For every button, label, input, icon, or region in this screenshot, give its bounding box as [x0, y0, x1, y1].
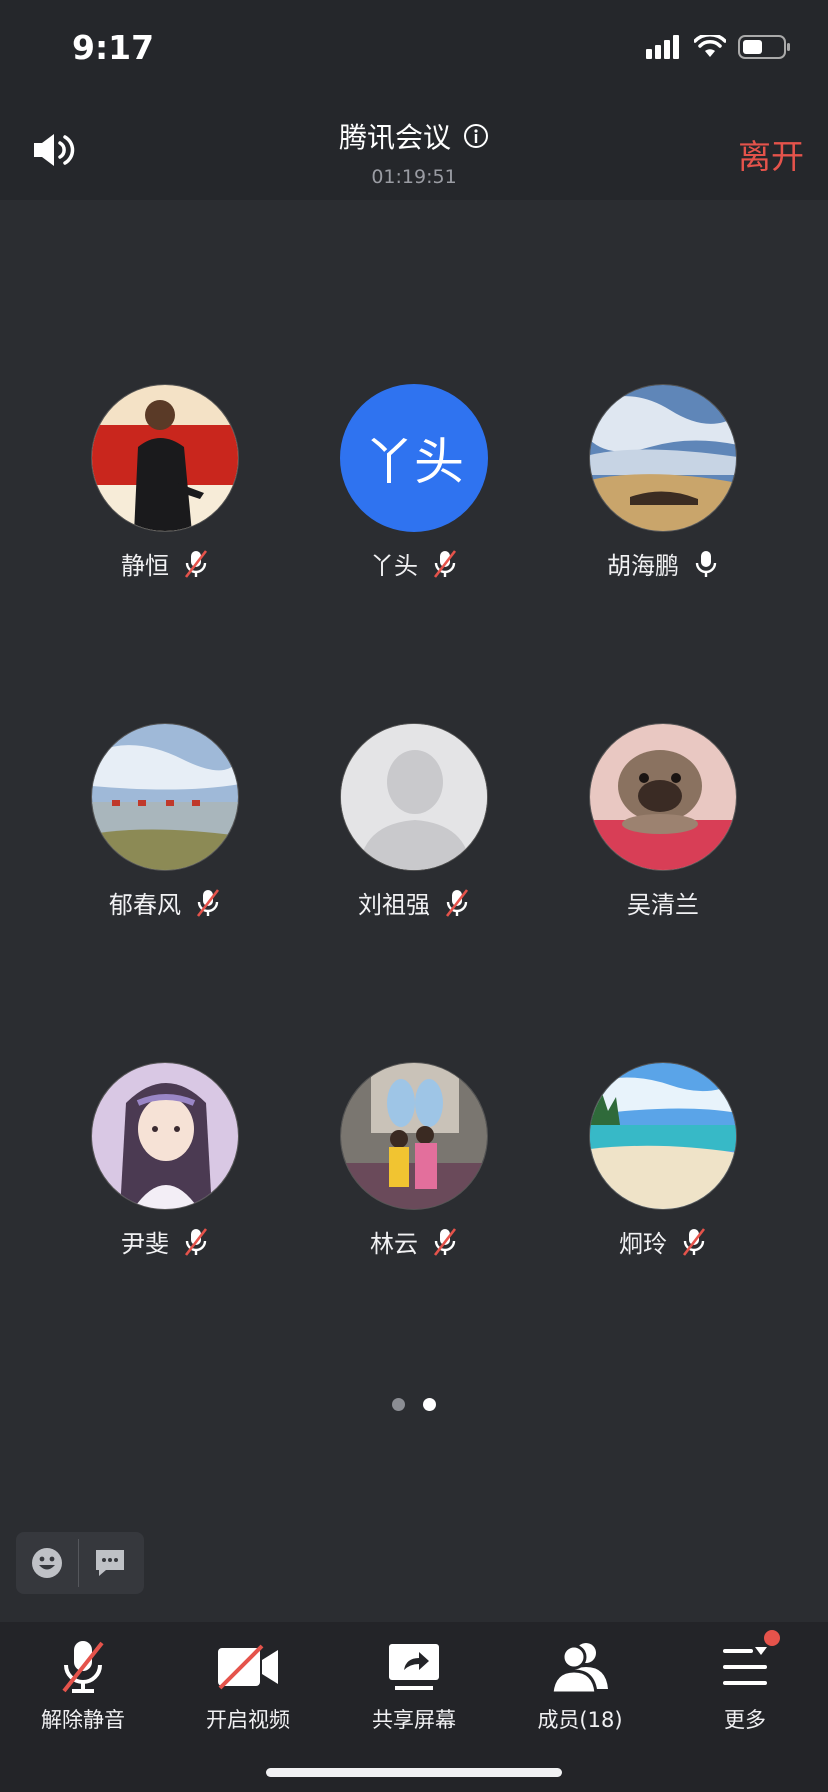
status-time: 9:17: [72, 28, 155, 67]
unmute-label: 解除静音: [41, 1708, 125, 1732]
participant-name-row: 胡海鹏: [538, 546, 788, 581]
participant-tile[interactable]: 吴清兰: [538, 723, 788, 920]
page-dot[interactable]: [392, 1398, 405, 1411]
meeting-title[interactable]: 腾讯会议: [339, 116, 489, 156]
share-screen-button[interactable]: 共享屏幕: [339, 1636, 489, 1734]
participant-tile[interactable]: 静恒: [40, 384, 290, 581]
share-screen-icon: [389, 1644, 439, 1690]
mic-muted-icon: [184, 1227, 208, 1256]
meeting-header: 腾讯会议 01:19:51 离开: [0, 100, 828, 200]
signal-icon: [646, 35, 679, 59]
participant-tile[interactable]: 尹斐: [40, 1062, 290, 1259]
notification-dot: [764, 1630, 780, 1646]
avatar: [589, 1062, 737, 1210]
start-video-label: 开启视频: [206, 1708, 290, 1732]
participant-name: 丫头: [370, 552, 418, 580]
members-button[interactable]: 成员(18): [505, 1636, 655, 1734]
emoji-icon: [32, 1548, 62, 1578]
video-off-icon: [218, 1644, 278, 1690]
participant-name-row: 炯玲: [538, 1224, 788, 1259]
members-icon: [550, 1643, 608, 1693]
participant-name: 郁春风: [109, 891, 181, 919]
avatar: [91, 1062, 239, 1210]
status-icons: [646, 34, 792, 60]
chat-button[interactable]: [79, 1532, 141, 1594]
members-label: 成员(18): [537, 1708, 623, 1732]
participant-name-row: 林云: [289, 1224, 539, 1259]
more-button[interactable]: 更多: [670, 1630, 820, 1734]
share-screen-label: 共享屏幕: [372, 1708, 456, 1732]
bottom-toolbar: 解除静音 开启视频 共享屏幕 成员(18) 更多: [0, 1622, 828, 1792]
participant-name-row: 刘祖强: [289, 885, 539, 920]
home-indicator[interactable]: [266, 1768, 562, 1777]
mic-muted-icon: [445, 888, 469, 917]
page-indicator[interactable]: [0, 1398, 828, 1411]
meeting-timer: 01:19:51: [371, 166, 457, 188]
avatar: [589, 723, 737, 871]
title-block: 腾讯会议 01:19:51: [0, 116, 828, 188]
participant-tile[interactable]: 郁春风: [40, 723, 290, 920]
mic-muted-icon: [62, 1641, 104, 1693]
more-menu-icon: [723, 1647, 767, 1685]
more-label: 更多: [724, 1708, 766, 1732]
participant-name-row: 吴清兰: [538, 885, 788, 920]
page-dot-active[interactable]: [423, 1398, 436, 1411]
avatar-text: 丫头: [364, 433, 464, 491]
participant-name: 林云: [370, 1230, 418, 1258]
participant-name: 炯玲: [619, 1230, 667, 1258]
participant-tile[interactable]: 胡海鹏: [538, 384, 788, 581]
avatar: [340, 1062, 488, 1210]
chat-icon: [96, 1550, 124, 1576]
participant-name: 吴清兰: [627, 891, 699, 919]
leave-button[interactable]: 离开: [738, 130, 804, 178]
mic-muted-icon: [196, 888, 220, 917]
info-icon[interactable]: [463, 123, 489, 149]
participant-name-row: 郁春风: [40, 885, 290, 920]
mic-icon: [695, 550, 717, 577]
avatar: [589, 384, 737, 532]
mic-muted-icon: [184, 549, 208, 578]
participant-tile[interactable]: 刘祖强: [289, 723, 539, 920]
avatar: [91, 723, 239, 871]
default-avatar-icon: [341, 724, 487, 870]
mic-muted-icon: [433, 549, 457, 578]
status-bar: 9:17: [0, 0, 828, 100]
participant-name: 尹斐: [121, 1230, 169, 1258]
mic-muted-icon: [433, 1227, 457, 1256]
participant-tile[interactable]: 炯玲: [538, 1062, 788, 1259]
participant-name: 胡海鹏: [607, 552, 679, 580]
battery-icon: [738, 35, 790, 59]
participant-tile[interactable]: 丫头 丫头: [289, 384, 539, 581]
avatar: [340, 723, 488, 871]
emoji-button[interactable]: [16, 1532, 78, 1594]
mic-muted-icon: [682, 1227, 706, 1256]
reaction-bar: [16, 1532, 144, 1594]
participant-tile[interactable]: 林云: [289, 1062, 539, 1259]
avatar: 丫头: [340, 384, 488, 532]
participant-name-row: 尹斐: [40, 1224, 290, 1259]
unmute-button[interactable]: 解除静音: [8, 1636, 158, 1734]
wifi-icon: [694, 35, 726, 57]
participant-name-row: 静恒: [40, 546, 290, 581]
start-video-button[interactable]: 开启视频: [173, 1636, 323, 1734]
participant-name: 刘祖强: [358, 891, 430, 919]
avatar: [91, 384, 239, 532]
participant-name-row: 丫头: [289, 546, 539, 581]
meeting-title-text: 腾讯会议: [338, 121, 451, 154]
participant-name: 静恒: [121, 552, 169, 580]
